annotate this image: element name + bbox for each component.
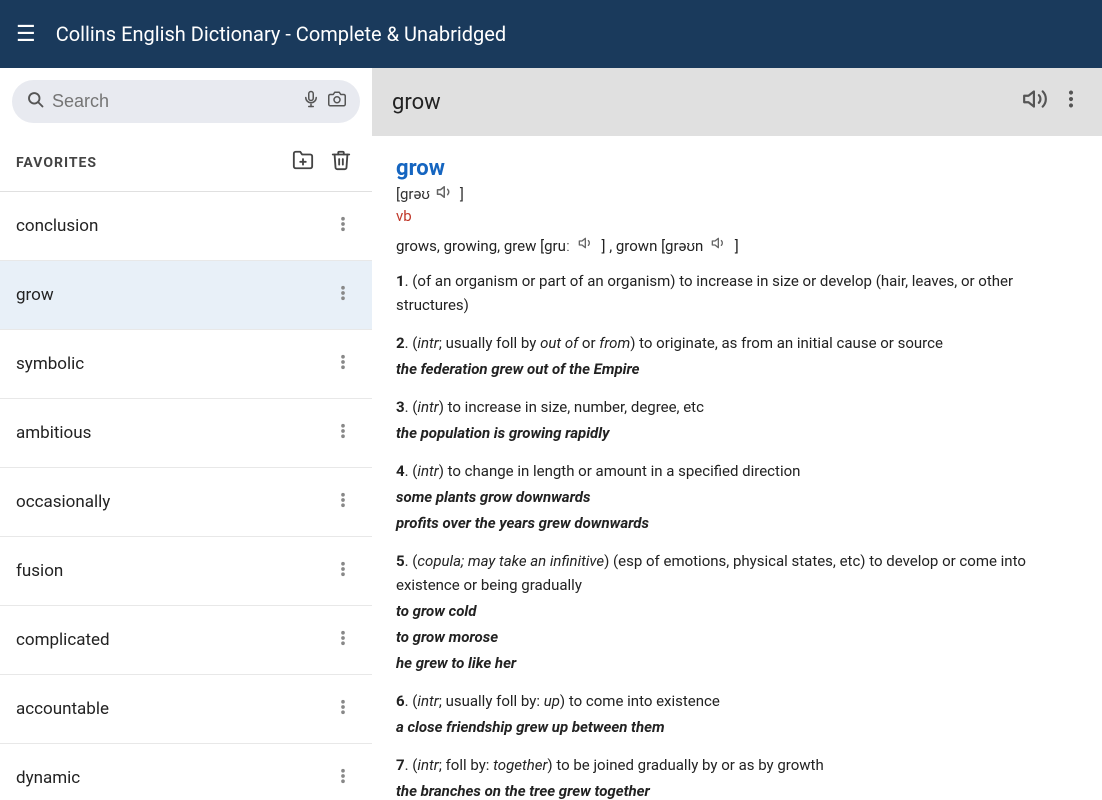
camera-icon[interactable] xyxy=(328,90,346,113)
word-item-menu-icon[interactable] xyxy=(330,693,356,725)
mic-icon[interactable] xyxy=(302,90,320,113)
pronunciation-bracket-close: ] xyxy=(460,185,464,203)
word-item-label: conclusion xyxy=(16,216,330,236)
app-header: ☰ Collins English Dictionary - Complete … xyxy=(0,0,1102,68)
word-list-item[interactable]: fusion xyxy=(0,537,372,606)
word-item-label: symbolic xyxy=(16,354,330,374)
speaker-button[interactable] xyxy=(1022,86,1048,119)
definition-entry-6: 6. (intr; usually foll by: up) to come i… xyxy=(396,689,1078,739)
forms-separator: ] , grown [grəʊn xyxy=(602,237,704,255)
word-item-label: ambitious xyxy=(16,423,330,443)
definition-entry-4: 4. (intr) to change in length or amount … xyxy=(396,459,1078,535)
definition-header-word: grow xyxy=(392,90,1022,115)
pronunciation-audio-icon[interactable] xyxy=(436,183,454,205)
word-list-item[interactable]: accountable xyxy=(0,675,372,744)
favorites-delete-button[interactable] xyxy=(326,145,356,181)
word-item-menu-icon[interactable] xyxy=(330,762,356,794)
word-list-item[interactable]: complicated xyxy=(0,606,372,675)
definition-entry-1: 1. (of an organism or part of an organis… xyxy=(396,269,1078,317)
word-item-menu-icon[interactable] xyxy=(330,417,356,449)
word-list-item[interactable]: dynamic xyxy=(0,744,372,800)
forms-text: grows, growing, grew [gruː xyxy=(396,237,570,255)
word-list-item[interactable]: symbolic xyxy=(0,330,372,399)
word-item-label: complicated xyxy=(16,630,330,650)
forms-audio-icon[interactable] xyxy=(578,237,598,255)
word-item-menu-icon[interactable] xyxy=(330,555,356,587)
hamburger-icon[interactable]: ☰ xyxy=(16,22,36,47)
definition-entry-5: 5. (copula; may take an infinitive) (esp… xyxy=(396,549,1078,675)
word-list-item[interactable]: conclusion xyxy=(0,192,372,261)
word-item-label: accountable xyxy=(16,699,330,719)
definition-header: grow xyxy=(372,68,1102,136)
word-item-label: grow xyxy=(16,285,330,305)
word-item-menu-icon[interactable] xyxy=(330,486,356,518)
pronunciation-text: [grəʊ xyxy=(396,185,430,203)
search-bar xyxy=(12,80,360,123)
word-item-label: occasionally xyxy=(16,492,330,512)
word-list-item[interactable]: occasionally xyxy=(0,468,372,537)
definition-entry-7: 7. (intr; foll by: together) to be joine… xyxy=(396,753,1078,800)
right-panel: grow grow [grəʊ xyxy=(372,68,1102,800)
favorites-header: FAVORITES xyxy=(0,135,372,192)
sidebar: FAVORITES conclusion xyxy=(0,68,372,800)
favorites-label: FAVORITES xyxy=(16,155,280,171)
search-input[interactable] xyxy=(52,91,294,112)
word-item-label: fusion xyxy=(16,561,330,581)
definition-entry-3: 3. (intr) to increase in size, number, d… xyxy=(396,395,1078,445)
more-options-button[interactable] xyxy=(1060,88,1082,117)
favorites-add-button[interactable] xyxy=(288,145,318,181)
definition-entry-2: 2. (intr; usually foll by out of or from… xyxy=(396,331,1078,381)
word-list-item[interactable]: ambitious xyxy=(0,399,372,468)
forms-grown-close: ] xyxy=(735,237,739,255)
word-item-menu-icon[interactable] xyxy=(330,348,356,380)
forms-grown-audio-icon[interactable] xyxy=(711,237,731,255)
definition-pos: vb xyxy=(396,207,1078,225)
definition-word-title: grow xyxy=(396,156,1078,181)
definition-area: grow [grəʊ ] vb grows, growing, grew [gr… xyxy=(372,136,1102,800)
definition-forms: grows, growing, grew [gruː ] , grown [gr… xyxy=(396,235,1078,255)
app-title: Collins English Dictionary - Complete & … xyxy=(56,22,506,46)
word-item-menu-icon[interactable] xyxy=(330,624,356,656)
word-list: conclusion grow symbolic xyxy=(0,192,372,800)
main-content: FAVORITES conclusion xyxy=(0,68,1102,800)
search-icon xyxy=(26,90,44,113)
word-item-menu-icon[interactable] xyxy=(330,279,356,311)
word-list-item[interactable]: grow xyxy=(0,261,372,330)
definition-pronunciation: [grəʊ ] xyxy=(396,183,1078,205)
word-item-label: dynamic xyxy=(16,768,330,788)
word-item-menu-icon[interactable] xyxy=(330,210,356,242)
